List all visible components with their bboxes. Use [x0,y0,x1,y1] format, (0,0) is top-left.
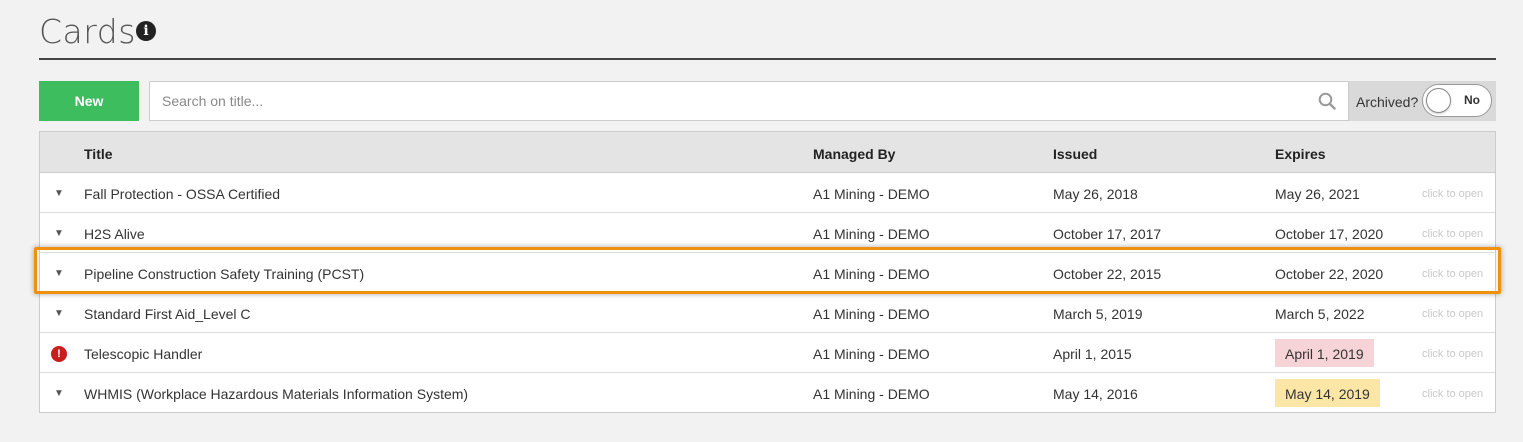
card-title: Pipeline Construction Safety Training (P… [84,266,365,282]
card-title: Standard First Aid_Level C [84,306,251,322]
click-to-open-hint[interactable]: click to open [1422,228,1483,240]
archived-toggle[interactable]: No [1422,84,1492,117]
managed-by: A1 Mining - DEMO [813,266,930,282]
table-row[interactable]: ▼ H2S Alive A1 Mining - DEMO October 17,… [40,213,1495,253]
click-to-open-hint[interactable]: click to open [1422,308,1483,320]
table-row[interactable]: ! Telescopic Handler A1 Mining - DEMO Ap… [40,333,1495,373]
card-title: Telescopic Handler [84,346,203,362]
search-box [149,81,1349,121]
toolbar: New Archived? No [39,81,1496,121]
expires-date: October 22, 2020 [1275,266,1384,282]
issued-date: May 26, 2018 [1053,186,1138,202]
click-to-open-hint[interactable]: click to open [1422,388,1483,400]
expires-date: March 5, 2022 [1275,306,1365,322]
expand-arrow-icon[interactable]: ▼ [54,308,64,319]
page-title: Cards [39,12,136,51]
issued-date: October 17, 2017 [1053,226,1162,242]
search-input[interactable] [150,82,1300,120]
archived-filter: Archived? No [1349,81,1496,121]
expand-arrow-icon[interactable]: ▼ [54,388,64,399]
managed-by: A1 Mining - DEMO [813,186,930,202]
toggle-state-label: No [1464,93,1480,107]
table-row[interactable]: ▼ Fall Protection - OSSA Certified A1 Mi… [40,173,1495,213]
info-icon[interactable]: i [136,21,156,41]
issued-date: May 14, 2016 [1053,386,1138,402]
table-header: Title Managed By Issued Expires [40,132,1495,173]
card-title: Fall Protection - OSSA Certified [84,186,281,202]
card-title: H2S Alive [84,226,145,242]
column-header-issued[interactable]: Issued [1053,146,1097,162]
column-header-expires[interactable]: Expires [1275,146,1326,162]
issued-date: March 5, 2019 [1053,306,1143,322]
click-to-open-hint[interactable]: click to open [1422,188,1483,200]
managed-by: A1 Mining - DEMO [813,346,930,362]
new-button[interactable]: New [39,81,139,121]
table-row[interactable]: ▼ Pipeline Construction Safety Training … [40,253,1495,293]
expires-date: May 26, 2021 [1275,186,1360,202]
card-title: WHMIS (Workplace Hazardous Materials Inf… [84,386,469,402]
managed-by: A1 Mining - DEMO [813,386,930,402]
expiring-date-badge: May 14, 2019 [1275,379,1380,407]
page-header: Cards i [39,10,1496,60]
search-icon[interactable] [1318,92,1336,110]
table-row[interactable]: ▼ Standard First Aid_Level C A1 Mining -… [40,293,1495,333]
expand-arrow-icon[interactable]: ▼ [54,228,64,239]
column-header-title[interactable]: Title [84,146,113,162]
managed-by: A1 Mining - DEMO [813,226,930,242]
managed-by: A1 Mining - DEMO [813,306,930,322]
issued-date: April 1, 2015 [1053,346,1132,362]
issued-date: October 22, 2015 [1053,266,1162,282]
archived-label: Archived? [1356,94,1419,110]
click-to-open-hint[interactable]: click to open [1422,268,1483,280]
toggle-knob [1426,88,1451,113]
expires-date: October 17, 2020 [1275,226,1384,242]
alert-icon[interactable]: ! [51,346,67,362]
column-header-managed-by[interactable]: Managed By [813,146,895,162]
click-to-open-hint[interactable]: click to open [1422,348,1483,360]
cards-table: Title Managed By Issued Expires ▼ Fall P… [39,131,1496,413]
expand-arrow-icon[interactable]: ▼ [54,188,64,199]
table-row[interactable]: ▼ WHMIS (Workplace Hazardous Materials I… [40,373,1495,413]
expand-arrow-icon[interactable]: ▼ [54,268,64,279]
expired-date-badge: April 1, 2019 [1275,339,1374,367]
